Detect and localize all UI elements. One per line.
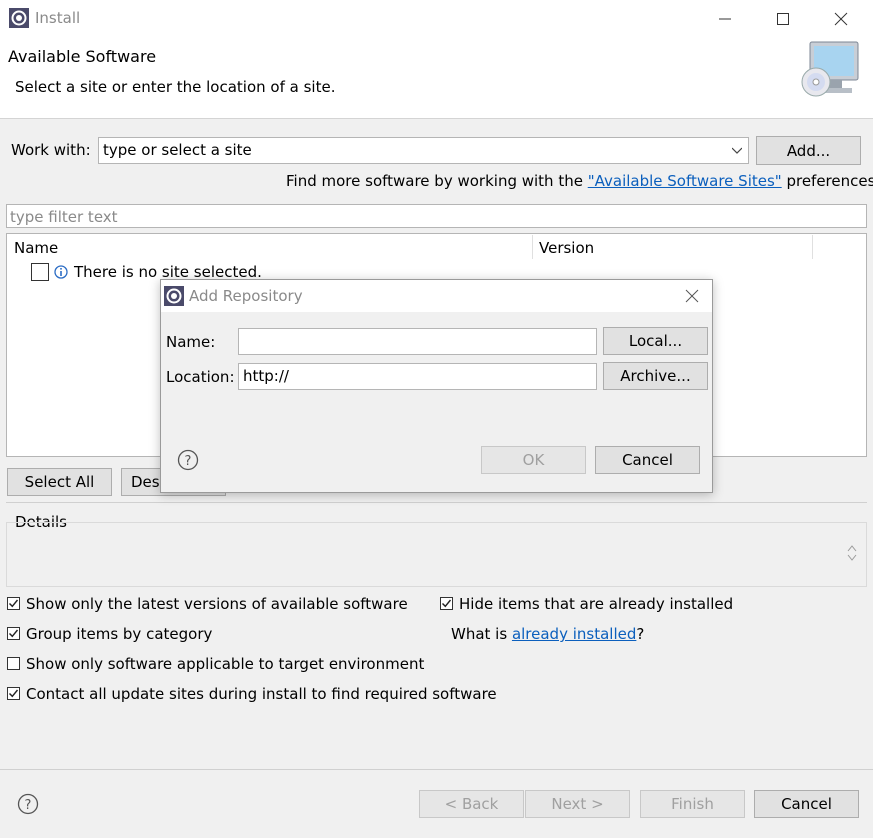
close-icon[interactable] [685, 289, 699, 303]
archive-button[interactable]: Archive... [603, 362, 708, 390]
column-header-name[interactable]: Name [14, 239, 58, 257]
dialog-title: Add Repository [189, 287, 303, 305]
filter-input[interactable]: type filter text [6, 204, 867, 228]
what-is-prefix: What is [451, 625, 512, 643]
show-latest-label: Show only the latest versions of availab… [26, 595, 408, 613]
contact-sites-checkbox[interactable] [7, 687, 20, 700]
separator [6, 502, 867, 503]
name-label: Name: [166, 333, 216, 351]
column-divider [532, 235, 533, 259]
add-repository-dialog: Add Repository Name: Local... Location: … [160, 279, 713, 493]
finish-button[interactable]: Finish [640, 790, 745, 818]
contact-sites-label: Contact all update sites during install … [26, 685, 497, 703]
name-input[interactable] [238, 328, 597, 355]
table-row-checkbox[interactable] [31, 263, 49, 281]
help-icon[interactable]: ? [177, 449, 199, 471]
install-banner-icon [801, 41, 859, 97]
spinner-arrows-icon[interactable] [847, 544, 857, 562]
available-software-sites-link[interactable]: "Available Software Sites" [588, 172, 782, 190]
cancel-button[interactable]: Cancel [754, 790, 859, 818]
what-is-suffix: ? [636, 625, 645, 643]
show-latest-checkbox[interactable] [7, 597, 20, 610]
what-is-installed-text: What is already installed? [451, 625, 644, 643]
show-applicable-label: Show only software applicable to target … [26, 655, 425, 673]
local-button[interactable]: Local... [603, 327, 708, 355]
location-value: http:// [243, 367, 289, 385]
ok-button[interactable]: OK [481, 446, 586, 474]
group-by-category-checkbox[interactable] [7, 627, 20, 640]
info-icon [54, 265, 68, 279]
select-all-button[interactable]: Select All [7, 468, 112, 496]
dialog-cancel-button[interactable]: Cancel [595, 446, 700, 474]
group-by-category-label: Group items by category [26, 625, 213, 643]
work-with-combo[interactable]: type or select a site [98, 137, 749, 164]
find-more-text: Find more software by working with the "… [286, 172, 873, 190]
next-button[interactable]: Next > [525, 790, 630, 818]
hide-installed-checkbox[interactable] [440, 597, 453, 610]
svg-text:?: ? [25, 798, 32, 813]
hide-installed-label: Hide items that are already installed [459, 595, 734, 613]
page-title: Available Software [8, 47, 157, 66]
already-installed-link[interactable]: already installed [512, 625, 636, 643]
eclipse-app-icon [9, 8, 29, 28]
details-area[interactable] [6, 522, 867, 587]
help-icon[interactable]: ? [17, 793, 39, 815]
show-applicable-checkbox[interactable] [7, 657, 20, 670]
footer-separator [0, 769, 873, 770]
find-more-suffix: preferences. [781, 172, 873, 190]
add-site-button[interactable]: Add... [756, 136, 861, 165]
find-more-prefix: Find more software by working with the [286, 172, 588, 190]
work-with-value: type or select a site [103, 141, 252, 159]
location-input[interactable]: http:// [238, 363, 597, 390]
window-title: Install [35, 9, 81, 27]
page-subtitle: Select a site or enter the location of a… [15, 78, 336, 96]
location-label: Location: [166, 368, 235, 386]
maximize-icon[interactable] [761, 4, 805, 34]
filter-placeholder: type filter text [10, 208, 118, 226]
chevron-down-icon [732, 147, 742, 154]
svg-text:?: ? [185, 454, 192, 469]
column-header-version[interactable]: Version [539, 239, 594, 257]
column-divider [812, 235, 813, 259]
back-button[interactable]: < Back [419, 790, 524, 818]
close-icon[interactable] [819, 4, 863, 34]
minimize-icon[interactable] [703, 4, 747, 34]
work-with-label: Work with: [11, 141, 91, 159]
eclipse-app-icon [164, 286, 184, 306]
